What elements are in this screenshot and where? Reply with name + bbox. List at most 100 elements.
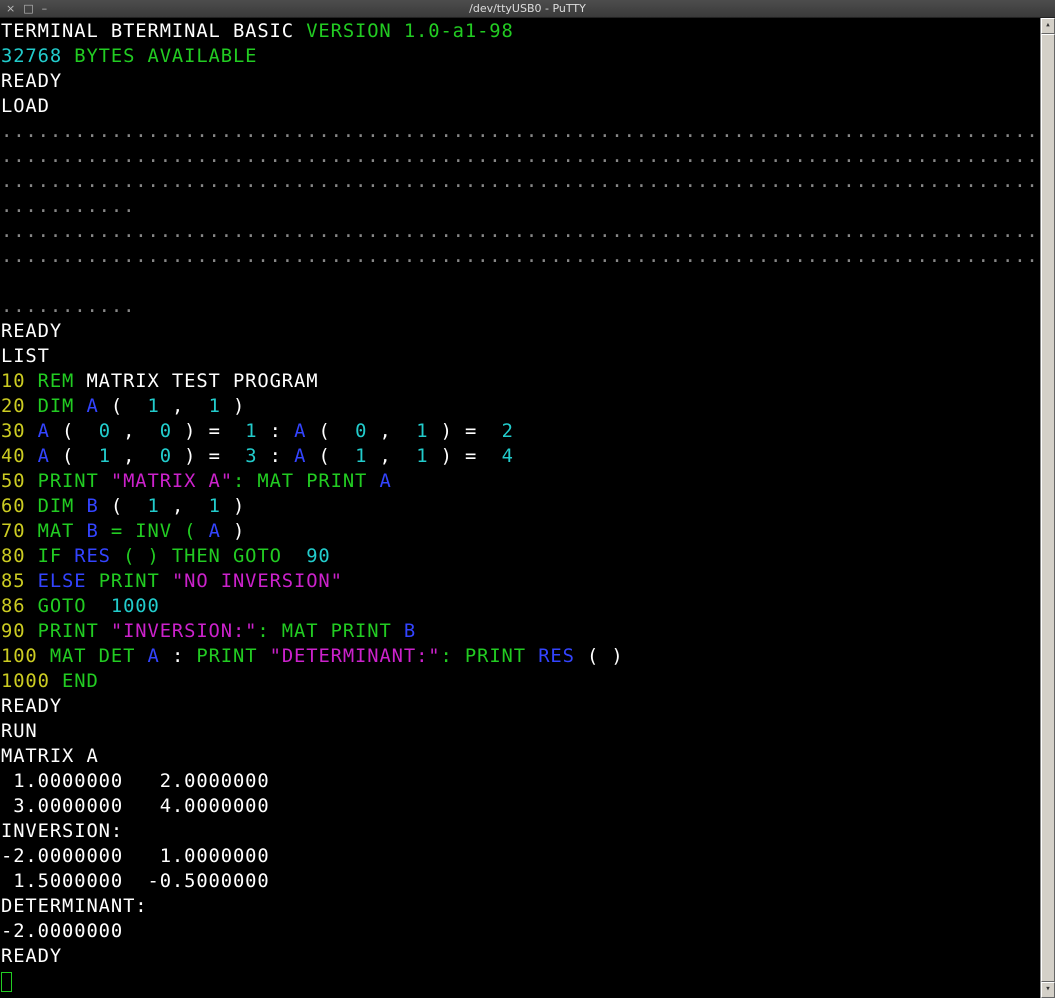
mem-bytes: 32768 [1,46,62,67]
comma: , [111,446,160,467]
line-num: 10 [1,371,38,392]
var-b: B [86,496,98,517]
kw-mat: MAT [38,521,87,542]
paren: ( ) [575,646,624,667]
close-icon[interactable]: × [6,3,15,14]
out-determinant-hdr: DETERMINANT: [1,896,148,917]
minimize-icon[interactable]: – [42,3,48,14]
kw-print: PRINT [196,646,269,667]
kw-end: END [62,671,99,692]
out-inversion-row: -2.0000000 1.0000000 [1,846,270,867]
num-lit: 4 [502,446,514,467]
line-num: 70 [1,521,38,542]
kw-rem: REM [38,371,75,392]
dots-row: ........................................… [1,121,1040,142]
banner-name: TERMINAL BTERMINAL BASIC [1,21,294,42]
kw-inv: = INV ( [99,521,209,542]
scrollbar-track[interactable] [1041,34,1055,982]
string-lit: "DETERMINANT:" [270,646,441,667]
kw-if: IF [38,546,75,567]
kw-mat-print: : MAT PRINT [233,471,380,492]
scrollbar[interactable]: ▴ ▾ [1040,18,1055,998]
cursor [1,972,12,992]
kw-print: PRINT [99,571,172,592]
num-lit: 0 [160,446,172,467]
kw-else: ELSE [38,571,87,592]
var-a: A [209,521,221,542]
colon: : [257,421,294,442]
out-matrix-a-row: 1.0000000 2.0000000 [1,771,270,792]
dots-row: ........................................… [1,221,1040,242]
num-lit: 1 [416,421,428,442]
line-num: 20 [1,396,38,417]
assign: ) = [428,421,501,442]
dots-row: ........... [1,196,135,217]
goto-target: 1000 [111,596,160,617]
num-lit: 1 [148,496,160,517]
line-num: 50 [1,471,38,492]
ready-3: READY [1,696,62,717]
comma: , [160,496,209,517]
paren: ( [306,421,355,442]
num-lit: 0 [160,421,172,442]
paren: ( [99,396,148,417]
line-num: 60 [1,496,38,517]
window-controls: × □ – [2,3,122,14]
comma: , [111,421,160,442]
kw-print: : PRINT [441,646,539,667]
assign: ) = [172,421,245,442]
out-determinant-val: -2.0000000 [1,921,123,942]
var-a: A [38,446,50,467]
comma: , [367,421,416,442]
num-lit: 0 [99,421,111,442]
paren: ( [99,496,148,517]
paren: ) [221,496,245,517]
kw-mat-det: MAT DET [50,646,148,667]
num-lit: 1 [209,396,221,417]
var-res: RES [74,546,111,567]
putty-window: × □ – /dev/ttyUSB0 - PuTTY TERMINAL BTER… [0,0,1055,998]
line-num: 1000 [1,671,62,692]
scrollbar-thumb[interactable] [1041,34,1055,982]
out-matrix-a-hdr: MATRIX A [1,746,99,767]
var-a: A [294,421,306,442]
var-a: A [379,471,391,492]
var-a: A [86,396,98,417]
cmd-load: LOAD [1,96,50,117]
scroll-down-icon[interactable]: ▾ [1041,982,1055,998]
cmd-run: RUN [1,721,38,742]
var-a: A [38,421,50,442]
var-res: RES [538,646,575,667]
var-a: A [148,646,160,667]
scroll-up-icon[interactable]: ▴ [1041,18,1055,34]
num-lit: 1 [209,496,221,517]
num-lit: 1 [99,446,111,467]
terminal[interactable]: TERMINAL BTERMINAL BASIC VERSION 1.0-a1-… [0,18,1040,998]
kw-dim: DIM [38,496,87,517]
ready-1: READY [1,71,62,92]
num-lit: 1 [245,421,257,442]
cmd-list: LIST [1,346,50,367]
dots-row: ........................................… [1,146,1040,167]
space [86,571,98,592]
mem-suffix: BYTES AVAILABLE [62,46,257,67]
paren: ( [50,446,99,467]
banner-version: VERSION 1.0-a1-98 [294,21,514,42]
paren: ) [221,521,245,542]
num-lit: 1 [355,446,367,467]
var-b: B [404,621,416,642]
out-inversion-row: 1.5000000 -0.5000000 [1,871,270,892]
titlebar[interactable]: × □ – /dev/ttyUSB0 - PuTTY [0,0,1055,18]
string-lit: "INVERSION:" [111,621,258,642]
dots-row: ........................................… [1,171,1040,192]
line-num: 85 [1,571,38,592]
paren: ) [221,396,245,417]
num-lit: 2 [502,421,514,442]
assign: ) = [428,446,501,467]
ready-2: READY [1,321,62,342]
num-lit: 1 [416,446,428,467]
comma: , [367,446,416,467]
maximize-icon[interactable]: □ [23,3,33,14]
var-b: B [86,521,98,542]
num-lit: 3 [245,446,257,467]
